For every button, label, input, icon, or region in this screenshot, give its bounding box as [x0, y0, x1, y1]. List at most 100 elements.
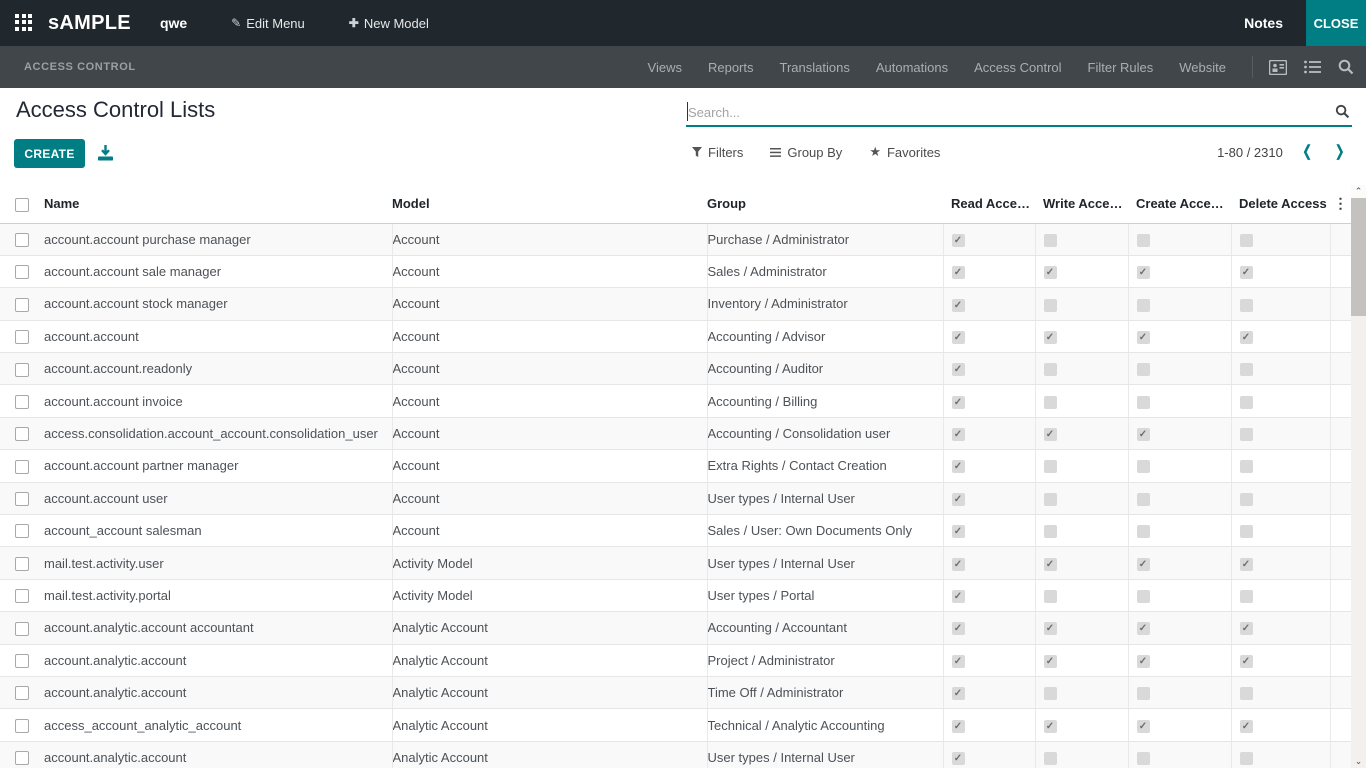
row-checkbox[interactable] [15, 751, 29, 765]
header-model[interactable]: Model [392, 185, 707, 223]
cell-model[interactable]: Account [392, 223, 707, 255]
cell-delete-access[interactable] [1231, 255, 1330, 287]
list-view-icon[interactable] [1304, 60, 1321, 74]
cell-write-access[interactable] [1035, 223, 1128, 255]
table-row[interactable]: account.account partner manager Account … [0, 450, 1351, 482]
table-row[interactable]: access_account_analytic_account Analytic… [0, 709, 1351, 741]
export-download-icon[interactable] [97, 145, 114, 161]
cell-delete-access[interactable] [1231, 676, 1330, 708]
cell-create-access[interactable] [1128, 579, 1231, 611]
cell-name[interactable]: access_account_analytic_account [44, 709, 392, 741]
cell-write-access[interactable] [1035, 353, 1128, 385]
cell-model[interactable]: Analytic Account [392, 612, 707, 644]
cell-group[interactable]: Sales / User: Own Documents Only [707, 515, 943, 547]
table-row[interactable]: account.account.readonly Account Account… [0, 353, 1351, 385]
row-checkbox[interactable] [15, 492, 29, 506]
cell-model[interactable]: Account [392, 255, 707, 287]
cell-model[interactable]: Analytic Account [392, 741, 707, 768]
cell-create-access[interactable] [1128, 515, 1231, 547]
header-group[interactable]: Group [707, 185, 943, 223]
table-row[interactable]: account.account invoice Account Accounti… [0, 385, 1351, 417]
cell-write-access[interactable] [1035, 450, 1128, 482]
cell-create-access[interactable] [1128, 482, 1231, 514]
cell-name[interactable]: account_account salesman [44, 515, 392, 547]
row-checkbox[interactable] [15, 460, 29, 474]
cell-read-access[interactable] [943, 385, 1035, 417]
cell-name[interactable]: account.account sale manager [44, 255, 392, 287]
search-input[interactable] [688, 101, 1318, 123]
cell-delete-access[interactable] [1231, 644, 1330, 676]
cell-name[interactable]: account.account invoice [44, 385, 392, 417]
cell-read-access[interactable] [943, 741, 1035, 768]
cell-group[interactable]: Accounting / Advisor [707, 320, 943, 352]
cell-model[interactable]: Account [392, 417, 707, 449]
cell-write-access[interactable] [1035, 644, 1128, 676]
table-row[interactable]: account.analytic.account accountant Anal… [0, 612, 1351, 644]
table-row[interactable]: account.account purchase manager Account… [0, 223, 1351, 255]
cell-model[interactable]: Account [392, 482, 707, 514]
cell-write-access[interactable] [1035, 288, 1128, 320]
row-checkbox[interactable] [15, 330, 29, 344]
cell-read-access[interactable] [943, 288, 1035, 320]
table-row[interactable]: mail.test.activity.portal Activity Model… [0, 579, 1351, 611]
cell-group[interactable]: User types / Internal User [707, 547, 943, 579]
nav-item-website[interactable]: Website [1179, 60, 1226, 75]
cell-delete-access[interactable] [1231, 709, 1330, 741]
cell-delete-access[interactable] [1231, 547, 1330, 579]
cell-name[interactable]: account.account partner manager [44, 450, 392, 482]
cell-group[interactable]: Accounting / Billing [707, 385, 943, 417]
scroll-up-icon[interactable]: ⌃ [1351, 185, 1366, 198]
cell-delete-access[interactable] [1231, 288, 1330, 320]
cell-name[interactable]: account.analytic.account [44, 644, 392, 676]
cell-model[interactable]: Analytic Account [392, 709, 707, 741]
cell-group[interactable]: User types / Portal [707, 579, 943, 611]
cell-write-access[interactable] [1035, 709, 1128, 741]
cell-create-access[interactable] [1128, 255, 1231, 287]
select-all-checkbox[interactable] [15, 198, 29, 212]
table-row[interactable]: account.account user Account User types … [0, 482, 1351, 514]
cell-name[interactable]: account.account [44, 320, 392, 352]
cell-read-access[interactable] [943, 450, 1035, 482]
cell-read-access[interactable] [943, 644, 1035, 676]
topbar-menu-qwe[interactable]: qwe [160, 15, 187, 31]
cell-delete-access[interactable] [1231, 385, 1330, 417]
table-row[interactable]: account.analytic.account Analytic Accoun… [0, 741, 1351, 768]
search-icon[interactable] [1338, 59, 1354, 75]
cell-group[interactable]: Extra Rights / Contact Creation [707, 450, 943, 482]
table-row[interactable]: account.analytic.account Analytic Accoun… [0, 644, 1351, 676]
cell-write-access[interactable] [1035, 255, 1128, 287]
cell-name[interactable]: account.analytic.account [44, 741, 392, 768]
cell-name[interactable]: account.analytic.account [44, 676, 392, 708]
cell-create-access[interactable] [1128, 612, 1231, 644]
cell-write-access[interactable] [1035, 741, 1128, 768]
cell-read-access[interactable] [943, 676, 1035, 708]
table-row[interactable]: access.consolidation.account_account.con… [0, 417, 1351, 449]
row-checkbox[interactable] [15, 654, 29, 668]
header-write-access[interactable]: Write Acce… [1035, 185, 1128, 223]
row-checkbox[interactable] [15, 233, 29, 247]
cell-read-access[interactable] [943, 515, 1035, 547]
cell-group[interactable]: User types / Internal User [707, 482, 943, 514]
cell-model[interactable]: Activity Model [392, 579, 707, 611]
cell-read-access[interactable] [943, 223, 1035, 255]
cell-model[interactable]: Account [392, 515, 707, 547]
cell-read-access[interactable] [943, 417, 1035, 449]
cell-read-access[interactable] [943, 547, 1035, 579]
cell-read-access[interactable] [943, 255, 1035, 287]
row-checkbox[interactable] [15, 589, 29, 603]
cell-delete-access[interactable] [1231, 353, 1330, 385]
scrollbar-thumb[interactable] [1351, 198, 1366, 316]
cell-name[interactable]: account.account stock manager [44, 288, 392, 320]
row-checkbox[interactable] [15, 686, 29, 700]
cell-delete-access[interactable] [1231, 417, 1330, 449]
cell-write-access[interactable] [1035, 320, 1128, 352]
cell-name[interactable]: mail.test.activity.portal [44, 579, 392, 611]
cell-create-access[interactable] [1128, 676, 1231, 708]
cell-create-access[interactable] [1128, 709, 1231, 741]
header-read-access[interactable]: Read Acce… [943, 185, 1035, 223]
cell-name[interactable]: account.account purchase manager [44, 223, 392, 255]
cell-write-access[interactable] [1035, 417, 1128, 449]
close-button[interactable]: CLOSE [1306, 0, 1366, 46]
nav-item-automations[interactable]: Automations [876, 60, 948, 75]
row-checkbox[interactable] [15, 298, 29, 312]
